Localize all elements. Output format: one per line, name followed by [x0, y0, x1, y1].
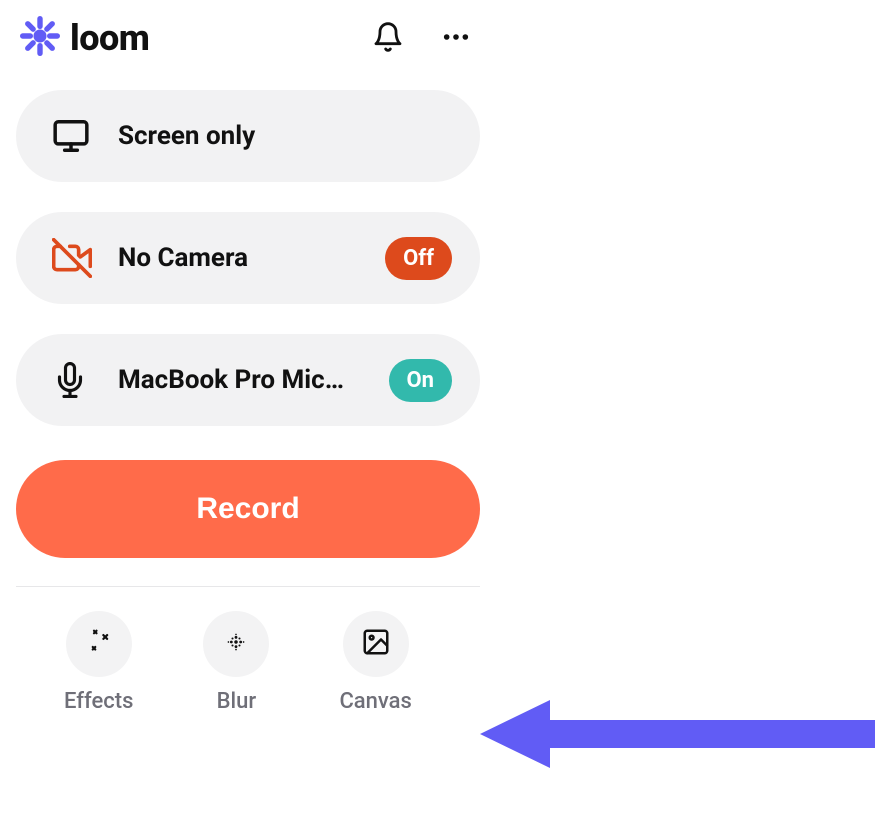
- sparkles-icon: [84, 627, 114, 661]
- effects-label: Effects: [64, 689, 133, 714]
- blur-tool[interactable]: Blur: [203, 611, 269, 714]
- recorder-panel: loom: [0, 0, 496, 714]
- camera-off-icon: [52, 238, 94, 278]
- camera-option[interactable]: No Camera Off: [16, 212, 480, 304]
- screen-source-label: Screen only: [118, 121, 452, 151]
- record-button[interactable]: Record: [16, 460, 480, 558]
- canvas-label: Canvas: [339, 689, 411, 714]
- image-icon: [361, 627, 391, 661]
- brand-name: loom: [70, 17, 149, 59]
- more-button[interactable]: [436, 17, 476, 60]
- header-actions: [368, 17, 476, 60]
- bell-icon: [372, 21, 404, 56]
- recording-options: Screen only No Camera Off: [16, 90, 480, 426]
- screen-source-option[interactable]: Screen only: [16, 90, 480, 182]
- microphone-status-badge: On: [389, 359, 453, 402]
- effects-tool[interactable]: Effects: [64, 611, 133, 714]
- blur-icon: [222, 628, 250, 660]
- header: loom: [16, 16, 480, 90]
- microphone-icon: [52, 362, 94, 398]
- loom-logo-icon: [20, 16, 60, 60]
- tools-row: Effects Blur: [16, 611, 480, 714]
- annotation-arrow-icon: [480, 694, 880, 774]
- camera-label: No Camera: [118, 243, 385, 273]
- more-horizontal-icon: [440, 21, 472, 56]
- brand: loom: [20, 16, 149, 60]
- canvas-tool[interactable]: Canvas: [339, 611, 411, 714]
- divider: [16, 586, 480, 587]
- blur-label: Blur: [217, 689, 257, 714]
- microphone-option[interactable]: MacBook Pro Mic… On: [16, 334, 480, 426]
- monitor-icon: [52, 117, 94, 155]
- camera-status-badge: Off: [385, 237, 452, 280]
- microphone-label: MacBook Pro Mic…: [118, 365, 389, 395]
- notifications-button[interactable]: [368, 17, 408, 60]
